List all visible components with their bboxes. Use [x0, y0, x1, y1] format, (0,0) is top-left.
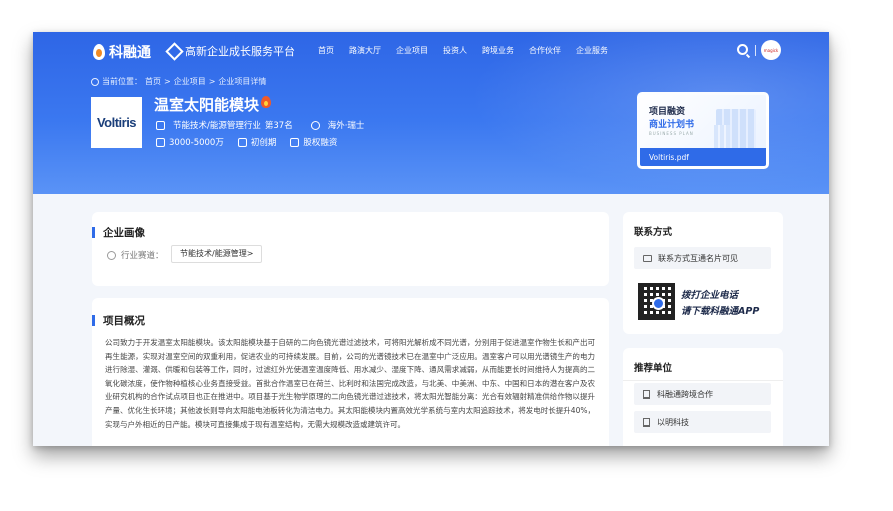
breadcrumb-current: 企业项目详情 — [218, 77, 267, 86]
menu-item-roadshow[interactable]: 路演大厅 — [349, 45, 381, 56]
recommend-item-label: 科融通跨境合作 — [657, 389, 713, 399]
industry-label: 行业赛道： — [107, 249, 164, 261]
bp-subtitle: 商业计划书 — [649, 120, 695, 130]
business-plan-card[interactable]: 项目融资 商业计划书 BUSINESS PLAN Voltiris.pdf — [637, 92, 769, 169]
recommend-item[interactable]: 科融通跨境合作 — [634, 383, 771, 405]
menu-item-projects[interactable]: 企业项目 — [396, 45, 428, 56]
main-menu: 首页 路演大厅 企业项目 投资人 跨境业务 合作伙伴 企业服务 — [318, 45, 623, 56]
company-meta-row-1: 节能技术/能源管理行业 第37名 海外·瑞士 — [156, 119, 364, 131]
company-meta-row-2: 3000-5000万 初创期 股权融资 — [156, 136, 337, 148]
building-icon — [643, 417, 650, 427]
portrait-card: 企业画像 行业赛道： 节能技术/能源管理> — [92, 212, 609, 286]
contact-note-box[interactable]: 联系方式互通名片可见 — [634, 247, 771, 269]
contact-note: 联系方式互通名片可见 — [658, 253, 738, 263]
breadcrumb: 当前位置： 首页 > 企业项目 > 企业项目详情 — [91, 76, 266, 87]
platform-slogan: 高新企业成长服务平台 — [165, 41, 295, 61]
recommend-card: 推荐单位 科融通跨境合作 以明科技 — [623, 348, 783, 446]
bp-english: BUSINESS PLAN — [649, 131, 694, 136]
search-icon[interactable] — [737, 44, 748, 55]
company-stage: 初创期 — [250, 138, 277, 148]
breadcrumb-home[interactable]: 首页 — [145, 76, 161, 87]
track-icon — [107, 250, 116, 260]
logo-text: 科融通 — [109, 45, 151, 61]
company-financing-type: 股权融资 — [303, 138, 338, 148]
diamond-logo-icon — [165, 41, 184, 61]
contact-title: 联系方式 — [634, 227, 673, 238]
recommend-title: 推荐单位 — [634, 363, 673, 374]
building-icon — [643, 389, 650, 399]
company-rank: 第37名 — [264, 121, 293, 131]
company-name: 温室太阳能模块 — [154, 96, 260, 114]
breadcrumb-prefix: 当前位置： — [102, 77, 142, 86]
breadcrumb-separator: > — [164, 77, 171, 86]
company-logo: Voltiris — [91, 97, 142, 148]
slogan-text: 高新企业成长服务平台 — [185, 45, 295, 58]
company-location: 海外·瑞士 — [327, 121, 365, 131]
call-line-1: 拨打企业电话 — [681, 290, 739, 301]
chart-icon — [237, 137, 247, 147]
hot-flame-icon — [261, 96, 271, 108]
recommend-divider — [623, 380, 783, 381]
flame-logo-icon — [93, 44, 105, 60]
business-card-icon — [643, 254, 652, 262]
menu-item-partners[interactable]: 合作伙伴 — [529, 45, 561, 56]
trophy-icon — [156, 120, 165, 130]
equity-icon — [290, 137, 300, 147]
menu-item-services[interactable]: 企业服务 — [576, 45, 608, 56]
overview-card: 项目概况 公司致力于开发温室太阳能模块。该太阳能模块基于自研的二向色镜光谱过滤技… — [92, 298, 609, 446]
browser-viewport: 科融通 高新企业成长服务平台 首页 路演大厅 企业项目 投资人 跨境业务 合作伙… — [33, 32, 829, 446]
bp-file-name[interactable]: Voltiris.pdf — [649, 153, 689, 162]
company-logo-text: Voltiris — [96, 115, 137, 130]
recommend-item[interactable]: 以明科技 — [634, 411, 771, 433]
industry-tag[interactable]: 节能技术/能源管理> — [171, 245, 263, 263]
menu-item-investors[interactable]: 投资人 — [443, 45, 467, 56]
contact-card: 联系方式 联系方式互通名片可见 拨打企业电话 请下载科融通APP — [623, 212, 783, 334]
money-icon — [156, 137, 165, 147]
industry-label-text: 行业赛道： — [121, 251, 164, 261]
company-industry: 节能技术/能源管理行业 — [173, 121, 261, 131]
overview-title: 项目概况 — [92, 313, 145, 328]
location-icon — [310, 120, 320, 130]
portrait-title: 企业画像 — [92, 225, 145, 240]
bp-title: 项目融资 — [649, 107, 686, 117]
company-funding: 3000-5000万 — [169, 138, 224, 148]
location-pin-icon — [91, 77, 99, 86]
breadcrumb-projects[interactable]: 企业项目 — [174, 76, 206, 87]
call-line-2: 请下载科融通APP — [681, 306, 760, 317]
nav-divider — [755, 45, 756, 56]
user-avatar[interactable]: magick — [761, 40, 781, 60]
top-nav: 科融通 高新企业成长服务平台 首页 路演大厅 企业项目 投资人 跨境业务 合作伙… — [33, 32, 829, 70]
qr-code-icon — [638, 283, 675, 320]
recommend-item-label: 以明科技 — [657, 417, 689, 427]
menu-item-home[interactable]: 首页 — [318, 45, 334, 56]
breadcrumb-separator: > — [208, 77, 216, 86]
menu-item-cross-border[interactable]: 跨境业务 — [482, 45, 514, 56]
site-logo[interactable]: 科融通 — [93, 42, 151, 62]
overview-text: 公司致力于开发温室太阳能模块。该太阳能模块基于自研的二向色镜光谱过滤技术，可将阳… — [105, 338, 595, 429]
